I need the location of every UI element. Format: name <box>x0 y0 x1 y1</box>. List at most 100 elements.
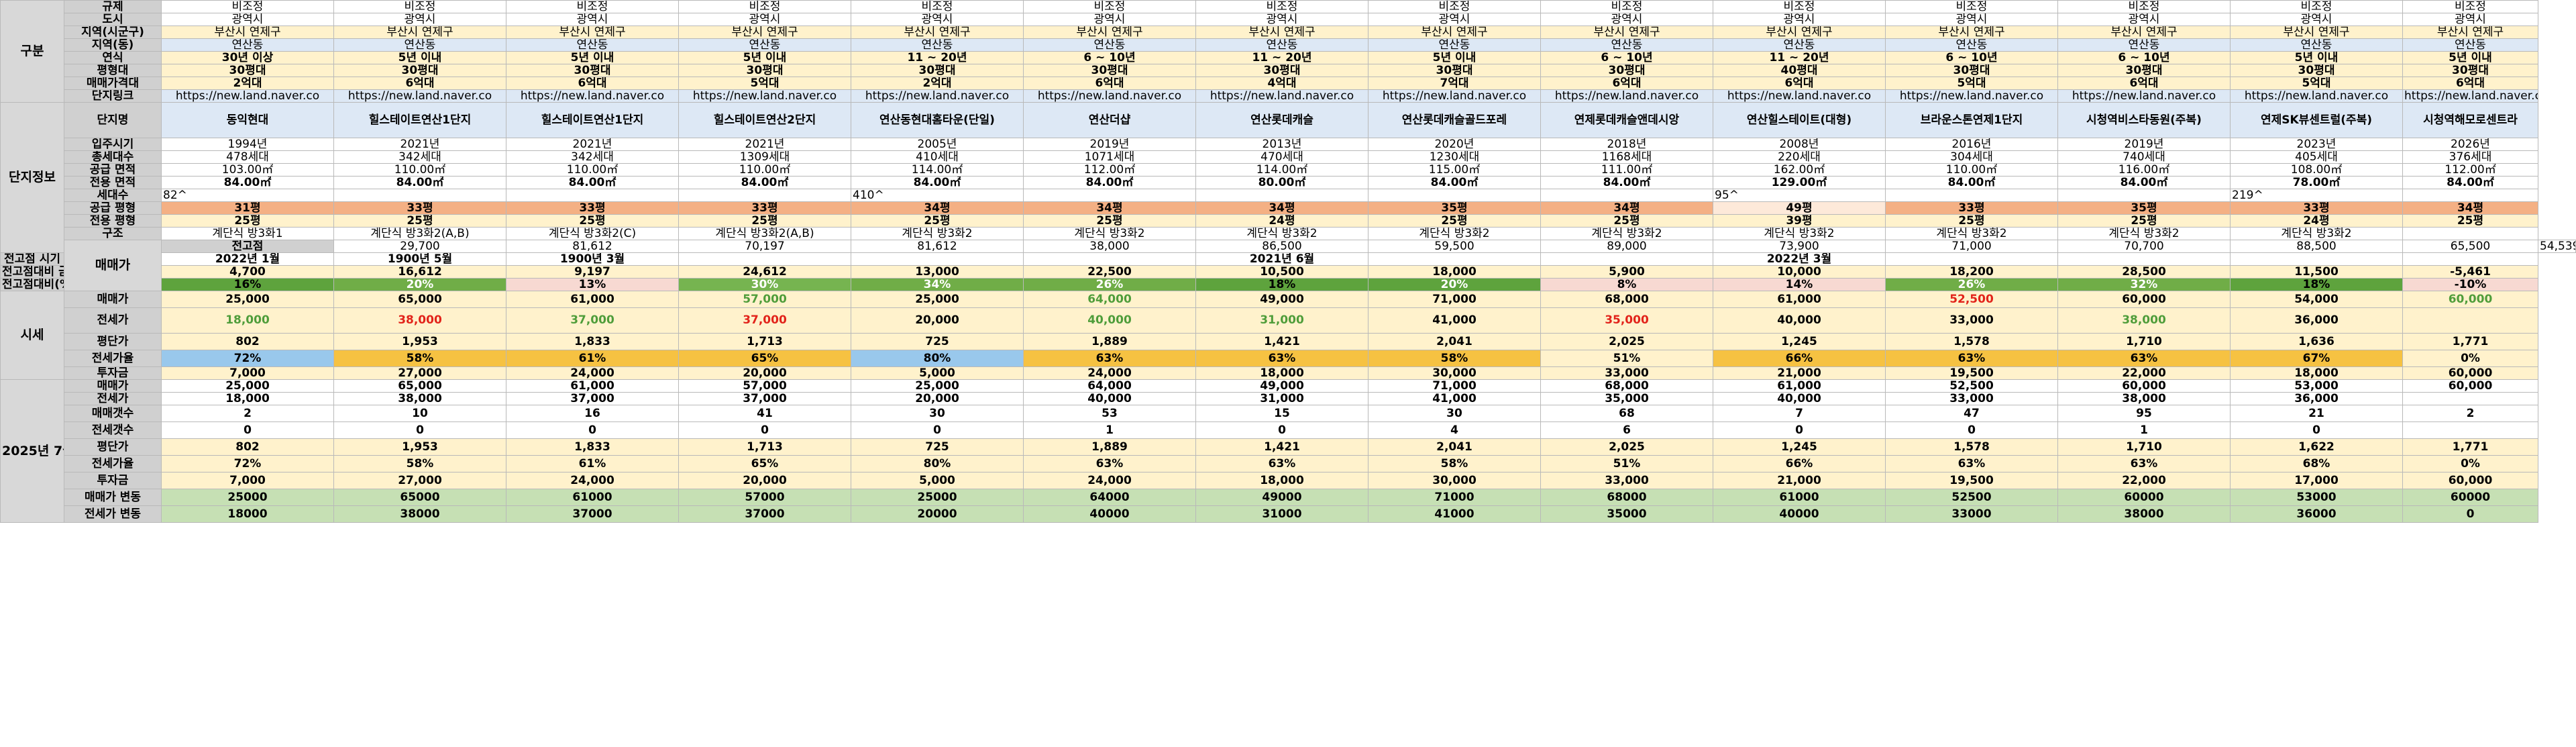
cell-jeongo: 70,197 <box>678 240 851 253</box>
cell-pyeongdae: 30평대 <box>1195 64 1368 77</box>
cell-link[interactable]: https://new.land.naver.co <box>161 89 334 103</box>
cell-m-mcnt: 41 <box>678 405 851 422</box>
cell-diff: 16,612 <box>333 265 506 279</box>
cell-pct: 26% <box>1885 278 2058 291</box>
row-m-maemae-change: 매매가 변동 25000 65000 61000 57000 25000 64000 4900… <box>1 489 2576 506</box>
cell-gu: 부산시 연제구 <box>2230 26 2403 39</box>
row-jeonyong-area: 전용 면적 84.00㎡ 84.00㎡ 84.00㎡ 84.00㎡ 84.00㎡ 84.00… <box>1 176 2576 189</box>
cell-m-jchg: 37000 <box>506 505 679 523</box>
row-label-m-jeonse-rate: 전세가율 <box>64 455 162 472</box>
cell-m-jeon: 37,000 <box>506 392 679 405</box>
cell-m-tuja: 24,000 <box>506 472 679 489</box>
cell-link[interactable]: https://new.land.naver.co <box>1368 89 1541 103</box>
cell-gu: 부산시 연제구 <box>161 26 334 39</box>
cell-m-mae: 25,000 <box>161 379 334 393</box>
cell-pyeongdae: 30평대 <box>1885 64 2058 77</box>
cell-yeonsik: 11 ~ 20년 <box>1713 51 1886 64</box>
cell-m-pd: 1,771 <box>2402 438 2538 456</box>
cell-sedaesu <box>2057 189 2231 202</box>
cell-link[interactable]: https://new.land.naver.co <box>2402 89 2538 103</box>
cell-link[interactable]: https://new.land.naver.co <box>851 89 1024 103</box>
cell-s-mae: 71,000 <box>1368 291 1541 308</box>
row-sedaesu: 총세대수 478세대 342세대 342세대 1309세대 410세대 1071세대 470세… <box>1 150 2576 164</box>
cell-link[interactable]: https://new.land.naver.co <box>506 89 679 103</box>
cell-g-py: 33평 <box>2230 201 2403 215</box>
cell-s-mae: 61,000 <box>1713 291 1886 308</box>
cell-m-jchg: 31000 <box>1195 505 1368 523</box>
cell-gonggeup: 110.00㎡ <box>678 163 851 177</box>
cell-m-jchg: 33000 <box>1885 505 2058 523</box>
cell-pct: 8% <box>1540 278 1713 291</box>
row-ipju: 입주시기 1994년 2021년 2021년 2021년 2005년 2019년 2013년 2… <box>1 138 2576 151</box>
cell-gagyeokdae: 6억대 <box>333 77 506 90</box>
cell-jeonyong: 84.00㎡ <box>1023 176 1196 189</box>
cell-m-rate: 65% <box>678 455 851 472</box>
cell-dosi: 광역시 <box>1540 13 1713 26</box>
cell-link[interactable]: https://new.land.naver.co <box>2230 89 2403 103</box>
cell-yeonsik: 11 ~ 20년 <box>851 51 1024 64</box>
cell-link[interactable]: https://new.land.naver.co <box>1023 89 1196 103</box>
row-jeonyong-py: 전용 평형 25평 25평 25평 25평 25평 25평 24평 25평 25평 39평 25평 25… <box>1 214 2576 228</box>
cell-link[interactable]: https://new.land.naver.co <box>1713 89 1886 103</box>
cell-diff: 10,000 <box>1713 265 1886 279</box>
cell-gyuje: 비조정 <box>333 0 506 13</box>
cell-m-tuja: 22,000 <box>2057 472 2231 489</box>
cell-link[interactable]: https://new.land.naver.co <box>333 89 506 103</box>
cell-link[interactable]: https://new.land.naver.co <box>1195 89 1368 103</box>
cell-link[interactable]: https://new.land.naver.co <box>2057 89 2231 103</box>
row-label-s-maemae: 매매가 <box>64 291 162 308</box>
cell-jeonyong: 84.00㎡ <box>851 176 1024 189</box>
cell-jeongo: 38,000 <box>1023 240 1196 253</box>
cell-ipju: 2019년 <box>1023 138 1196 151</box>
cell-link[interactable]: https://new.land.naver.co <box>678 89 851 103</box>
cell-m-tuja: 5,000 <box>851 472 1024 489</box>
cell-name: 힐스테이트연산1단지 <box>506 102 679 138</box>
cell-m-jcnt: 0 <box>506 421 679 439</box>
cell-s-jeon: 40,000 <box>1023 307 1196 334</box>
cell-jeongo-date: 1900년 3월 <box>506 252 679 266</box>
cell-jeongo: 70,700 <box>2057 240 2231 253</box>
cell-s-rate: 72% <box>161 350 334 367</box>
cell-jeonyong: 84.00㎡ <box>678 176 851 189</box>
cell-m-mae: 53,000 <box>2230 379 2403 393</box>
cell-jeonyong: 80.00㎡ <box>1195 176 1368 189</box>
cell-m-jeon: 38,000 <box>2057 392 2231 405</box>
cell-s-jeon: 36,000 <box>2230 307 2403 334</box>
cell-j-py: 24평 <box>1195 214 1368 228</box>
cell-link[interactable]: https://new.land.naver.co <box>1540 89 1713 103</box>
cell-s-pd: 1,713 <box>678 333 851 350</box>
cell-sedaesu <box>1195 189 1368 202</box>
cell-dosi: 광역시 <box>2402 13 2538 26</box>
cell-gyuje: 비조정 <box>2402 0 2538 13</box>
cell-g-py: 33평 <box>1885 201 2058 215</box>
cell-dosi: 광역시 <box>161 13 334 26</box>
cell-s-tuja: 7,000 <box>161 366 334 380</box>
cell-sedae: 220세대 <box>1713 150 1886 164</box>
cell-s-tuja: 22,000 <box>2057 366 2231 380</box>
cell-m-pd: 1,710 <box>2057 438 2231 456</box>
cell-s-rate: 67% <box>2230 350 2403 367</box>
cell-m-jchg: 35000 <box>1540 505 1713 523</box>
cell-name: 연산롯데캐슬 <box>1195 102 1368 138</box>
cell-diff: 5,900 <box>1540 265 1713 279</box>
cell-link[interactable]: https://new.land.naver.co <box>1885 89 2058 103</box>
section-gubun: 구분 <box>0 0 64 103</box>
cell-g-py: 34평 <box>1195 201 1368 215</box>
cell-dong: 연산동 <box>2057 38 2231 52</box>
cell-jeonyong: 84.00㎡ <box>506 176 679 189</box>
cell-j-py: 25평 <box>1885 214 2058 228</box>
cell-m-tuja: 33,000 <box>1540 472 1713 489</box>
cell-jeongo-date: 2022년 3월 <box>1713 252 1886 266</box>
row-jiyeok-dong: 지역(동) 연산동 연산동 연산동 연산동 연산동 연산동 연산동 연산동 연산동 연산동 연산동 연산… <box>1 38 2576 52</box>
row-yeonsik: 연식 30년 이상 5년 이내 5년 이내 5년 이내 11 ~ 20년 6 ~ 10년 11… <box>1 51 2576 64</box>
cell-gonggeup: 115.00㎡ <box>1368 163 1541 177</box>
section-danji: 단지정보 <box>0 102 64 253</box>
cell-gagyeokdae: 2억대 <box>161 77 334 90</box>
cell-gu: 부산시 연제구 <box>1023 26 1196 39</box>
cell-gyuje: 비조정 <box>1540 0 1713 13</box>
cell-gujo <box>2402 227 2538 240</box>
cell-pyeongdae: 30평대 <box>1368 64 1541 77</box>
cell-jeongo-date <box>1885 252 2058 266</box>
cell-pct: 13% <box>506 278 679 291</box>
cell-gonggeup: 114.00㎡ <box>851 163 1024 177</box>
